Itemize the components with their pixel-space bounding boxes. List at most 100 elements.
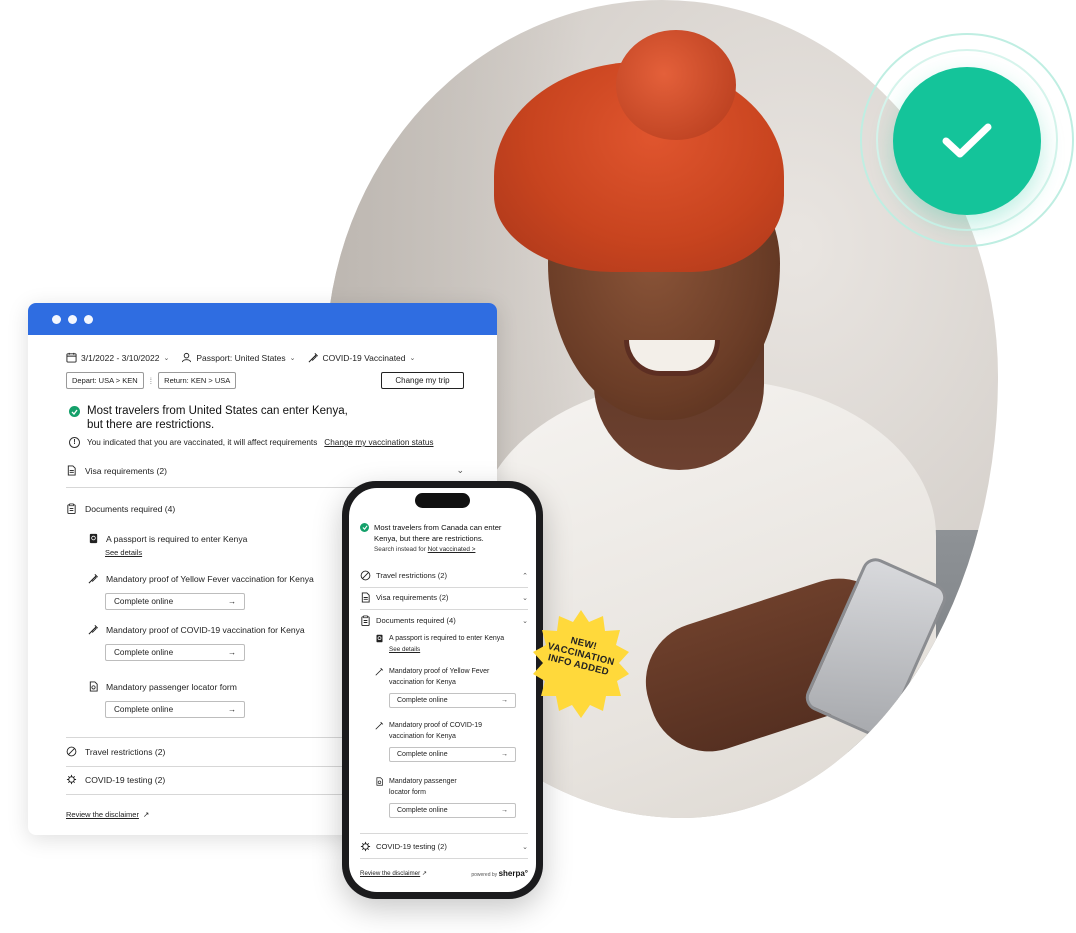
phone-mockup: Most travelers from Canada can enter Ken… — [342, 481, 543, 899]
clipboard-icon — [361, 615, 370, 626]
phone-complete-online-button[interactable]: Complete online → — [389, 747, 516, 762]
divider — [360, 858, 528, 859]
complete-online-label: Complete online — [114, 597, 174, 606]
arrow-right-icon: → — [227, 597, 236, 606]
requirement-text: Mandatory proof of Yellow Fever vaccinat… — [106, 573, 314, 584]
phone-screen: Most travelers from Canada can enter Ken… — [349, 488, 536, 892]
entry-status-line1: Most travelers from United States can en… — [87, 405, 348, 417]
chevron-down-icon: ⌄ — [522, 617, 528, 625]
person-icon — [182, 352, 192, 363]
arrow-right-icon: → — [227, 705, 236, 714]
complete-online-button[interactable]: Complete online → — [105, 701, 245, 718]
depart-pill[interactable]: Depart: USA > KEN — [66, 372, 144, 389]
powered-by-sherpa: powered by sherpa° — [471, 869, 528, 878]
trip-filters: 3/1/2022 - 3/10/2022 ⌄ Passport: United … — [66, 352, 415, 363]
complete-online-label: Complete online — [114, 648, 174, 657]
phone-requirement-locator-form: Mandatory passenger locator form Complet… — [375, 776, 516, 818]
phone-complete-online-button[interactable]: Complete online → — [389, 693, 516, 708]
requirement-locator-form: Mandatory passenger locator form Complet… — [88, 681, 245, 718]
complete-online-button[interactable]: Complete online → — [105, 644, 245, 661]
vaccination-note-text: You indicated that you are vaccinated, i… — [87, 438, 318, 447]
success-badge — [893, 67, 1041, 215]
phone-entry-status: Most travelers from Canada can enter Ken… — [360, 522, 501, 544]
phone-requirement-line1: Mandatory passenger — [389, 778, 457, 785]
visa-accordion[interactable]: Visa requirements (2) ⌄ — [66, 465, 468, 476]
syringe-icon — [88, 574, 98, 584]
passport-filter[interactable]: Passport: United States ⌄ — [181, 352, 296, 363]
change-trip-button[interactable]: Change my trip — [381, 372, 464, 389]
arrow-right-icon: → — [501, 751, 508, 758]
checkmark-icon — [942, 123, 992, 158]
chevron-down-icon: ⌄ — [163, 354, 170, 362]
phone-notch — [415, 493, 470, 508]
vaccination-label: COVID-19 Vaccinated — [322, 352, 406, 363]
entry-status-text: Most travelers from United States can en… — [87, 404, 348, 432]
covid-testing-label: COVID-19 testing (2) — [85, 774, 166, 785]
vaccination-note: ! You indicated that you are vaccinated,… — [69, 437, 434, 448]
complete-online-label: Complete online — [397, 807, 448, 814]
phone-complete-online-button[interactable]: Complete online → — [389, 803, 516, 818]
phone-covid-testing[interactable]: COVID-19 testing (2) ⌄ — [360, 841, 528, 852]
passport-label: Passport: United States — [196, 352, 286, 363]
change-vaccination-link[interactable]: Change my vaccination status — [324, 438, 433, 447]
phone-search-instead: Search instead for Not vaccinated > — [374, 546, 475, 553]
document-icon — [361, 592, 370, 603]
window-dot-icon — [84, 314, 93, 324]
prohibited-icon — [66, 746, 77, 757]
phone-requirement-line2: vaccination for Kenya — [389, 733, 456, 740]
see-details-link[interactable]: See details — [105, 548, 247, 557]
phone-documents-required[interactable]: Documents required (4) ⌄ — [360, 615, 528, 626]
calendar-icon — [66, 352, 77, 363]
requirement-covid-vaccination: Mandatory proof of COVID-19 vaccination … — [88, 624, 305, 661]
complete-online-label: Complete online — [397, 697, 448, 704]
requirement-text: A passport is required to enter Kenya — [106, 533, 248, 544]
phone-see-details-link[interactable]: See details — [389, 644, 504, 655]
photo-headwrap-knot — [616, 30, 736, 140]
legs-separator: ⁞ — [149, 375, 153, 386]
chevron-down-icon: ⌄ — [289, 354, 296, 362]
new-info-sticker: NEW! VACCINATION INFO ADDED — [531, 608, 631, 720]
chevron-down-icon: ⌄ — [456, 465, 464, 475]
virus-icon — [66, 774, 77, 785]
not-vaccinated-link[interactable]: Not vaccinated > — [428, 546, 476, 553]
prohibited-icon — [360, 570, 371, 581]
disclaimer-link[interactable]: Review the disclaimer — [66, 810, 139, 819]
info-icon: ! — [69, 437, 80, 448]
virus-icon — [360, 841, 371, 852]
divider — [360, 587, 528, 588]
window-dot-icon — [68, 314, 77, 324]
phone-disclaimer-link[interactable]: Review the disclaimer — [360, 870, 420, 877]
phone-travel-restrictions[interactable]: Travel restrictions (2) ⌃ — [360, 570, 528, 581]
return-pill[interactable]: Return: KEN > USA — [158, 372, 237, 389]
divider — [360, 609, 528, 610]
passport-icon — [376, 634, 383, 643]
complete-online-label: Complete online — [397, 751, 448, 758]
window-dot-icon — [52, 314, 61, 324]
complete-online-button[interactable]: Complete online → — [105, 593, 245, 610]
phone-entry-status-text: Most travelers from Canada can enter Ken… — [374, 522, 501, 544]
phone-documents-label: Documents required (4) — [376, 616, 456, 625]
date-filter[interactable]: 3/1/2022 - 3/10/2022 ⌄ — [66, 352, 169, 363]
entry-status: Most travelers from United States can en… — [69, 404, 348, 432]
phone-covid-testing-label: COVID-19 testing (2) — [376, 842, 447, 851]
passport-icon — [89, 533, 98, 544]
vaccination-filter[interactable]: COVID-19 Vaccinated ⌄ — [308, 352, 416, 363]
phone-requirement-text: A passport is required to enter Kenya — [389, 635, 505, 642]
trip-legs: Depart: USA > KEN ⁞ Return: KEN > USA — [66, 372, 237, 389]
clipboard-icon — [67, 503, 76, 514]
phone-requirement-line2: locator form — [389, 789, 426, 796]
travel-restrictions-label: Travel restrictions (2) — [85, 746, 166, 757]
entry-status-line2: but there are restrictions. — [87, 419, 215, 431]
green-check-icon — [69, 406, 80, 417]
powered-by-label: powered by — [471, 872, 498, 878]
phone-requirement-line1: Mandatory proof of Yellow Fever — [389, 668, 490, 675]
chevron-down-icon: ⌄ — [522, 594, 528, 602]
complete-online-label: Complete online — [114, 705, 174, 714]
chevron-down-icon: ⌄ — [409, 354, 416, 362]
arrow-right-icon: → — [501, 697, 508, 704]
sherpa-logo: sherpa° — [498, 869, 528, 878]
phone-visa-requirements[interactable]: Visa requirements (2) ⌄ — [360, 592, 528, 603]
arrow-right-icon: → — [501, 807, 508, 814]
requirement-text: Mandatory proof of COVID-19 vaccination … — [106, 624, 305, 635]
external-link-icon: ↗ — [142, 810, 150, 819]
